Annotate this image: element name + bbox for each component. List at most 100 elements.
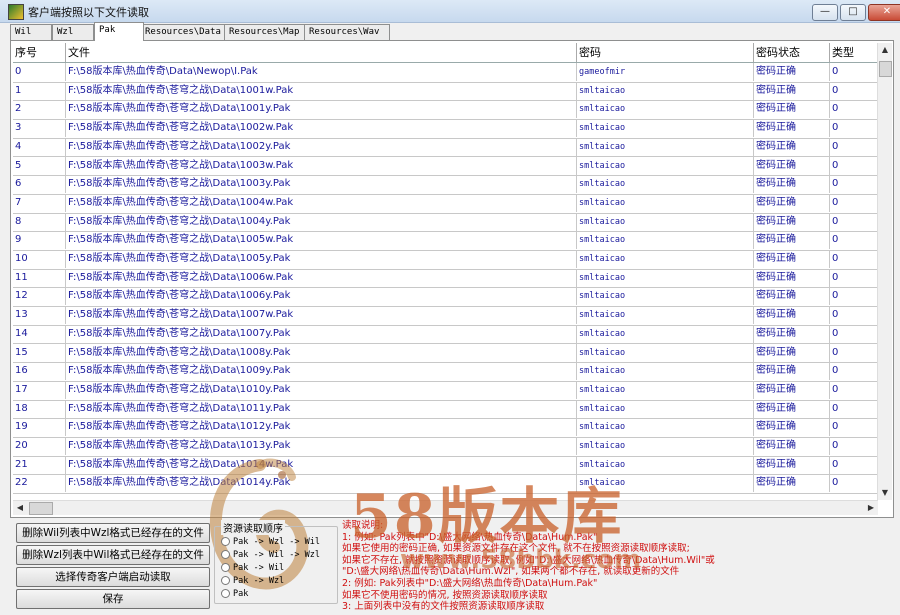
vertical-scroll-thumb[interactable] (879, 61, 892, 77)
cell-password-status: 密码正确 (754, 250, 830, 268)
column-header-index[interactable]: 序号 (13, 43, 66, 62)
close-button[interactable]: ✕ (868, 4, 900, 21)
cell-index: 20 (13, 437, 66, 455)
table-row[interactable]: 11 F:\58版本库\热血传奇\苍穹之战\Data\1006w.Pak smlta… (13, 268, 878, 289)
table-row[interactable]: 16 F:\58版本库\热血传奇\苍穹之战\Data\1009y.Pak smlta… (13, 362, 878, 382)
window-title: 客户端按照以下文件读取 (28, 6, 149, 19)
cell-file: F:\58版本库\热血传奇\苍穹之战\Data\1005w.Pak (66, 231, 577, 250)
cell-password-status: 密码正确 (754, 455, 830, 474)
tab-resources-wav[interactable]: Resources\Wav (304, 24, 390, 40)
minimize-button[interactable]: — (812, 4, 838, 21)
column-header-type[interactable]: 类型 (830, 43, 878, 62)
watermark-logo: 58版本库 (350, 482, 624, 552)
cell-password-status: 密码正确 (754, 362, 830, 381)
cell-type: 0 (830, 418, 878, 437)
radio-pak-wzl-wil[interactable]: Pak -> Wzl -> Wil (221, 537, 320, 547)
table-row[interactable]: 20 F:\58版本库\热血传奇\苍穹之战\Data\1013y.Pak smlta… (13, 437, 878, 457)
table-row[interactable]: 1 F:\58版本库\热血传奇\苍穹之战\Data\1001w.Pak smltai… (13, 81, 878, 102)
cell-index: 10 (13, 250, 66, 268)
cell-index: 1 (13, 81, 66, 100)
column-header-password-status[interactable]: 密码状态 (754, 43, 830, 62)
maximize-button[interactable]: □ (840, 4, 866, 21)
cell-type: 0 (830, 437, 878, 455)
delete-wil-dup-button[interactable]: 删除Wil列表中Wzl格式已经存在的文件 (16, 523, 210, 543)
scroll-left-icon[interactable]: ◀ (13, 501, 27, 515)
radio-pak-wzl[interactable]: Pak -> Wzl (221, 576, 284, 586)
cell-password-status: 密码正确 (754, 175, 830, 194)
table-row[interactable]: 8 F:\58版本库\热血传奇\苍穹之战\Data\1004y.Pak smltai… (13, 212, 878, 233)
tab-pak[interactable]: Pak (94, 22, 144, 41)
table-row[interactable]: 9 F:\58版本库\热血传奇\苍穹之战\Data\1005w.Pak smltai… (13, 231, 878, 251)
cell-password-status: 密码正确 (754, 100, 830, 119)
scroll-right-icon[interactable]: ▶ (864, 501, 878, 515)
cell-type: 0 (830, 306, 878, 325)
cell-password: smltaicao (577, 324, 754, 343)
column-header-password[interactable]: 密码 (577, 43, 754, 62)
table-row[interactable]: 6 F:\58版本库\热血传奇\苍穹之战\Data\1003y.Pak smltai… (13, 175, 878, 195)
radio-pak[interactable]: Pak (221, 589, 248, 599)
cell-type: 0 (830, 175, 878, 194)
table-row[interactable]: 18 F:\58版本库\热血传奇\苍穹之战\Data\1011y.Pak smlta… (13, 399, 878, 420)
cell-password-status: 密码正确 (754, 399, 830, 418)
cell-password-status: 密码正确 (754, 193, 830, 212)
cell-index: 21 (13, 455, 66, 474)
cell-password: smltaicao (577, 380, 754, 399)
table-row[interactable]: 13 F:\58版本库\热血传奇\苍穹之战\Data\1007w.Pak smlta… (13, 306, 878, 326)
cell-file: F:\58版本库\热血传奇\苍穹之战\Data\1006w.Pak (66, 268, 577, 287)
radio-pak-wil[interactable]: Pak -> Wil (221, 563, 284, 573)
cell-file: F:\58版本库\热血传奇\苍穹之战\Data\1011y.Pak (66, 399, 577, 418)
cell-file: F:\58版本库\热血传奇\苍穹之战\Data\1007w.Pak (66, 306, 577, 325)
cell-password-status: 密码正确 (754, 418, 830, 437)
cell-password: smltaicao (577, 287, 754, 306)
cell-password: smltaicao (577, 418, 754, 437)
scroll-up-icon[interactable]: ▲ (878, 43, 892, 57)
title-bar: 客户端按照以下文件读取 — □ ✕ (0, 0, 900, 23)
table-row[interactable]: 2 F:\58版本库\热血传奇\苍穹之战\Data\1001y.Pak smltai… (13, 100, 878, 121)
table-row[interactable]: 10 F:\58版本库\热血传奇\苍穹之战\Data\1005y.Pak smlta… (13, 250, 878, 270)
cell-password-status: 密码正确 (754, 324, 830, 343)
radio-pak-wil-wzl[interactable]: Pak -> Wil -> Wzl (221, 550, 320, 560)
cell-password: smltaicao (577, 399, 754, 418)
cell-password: smltaicao (577, 137, 754, 156)
save-button[interactable]: 保存 (16, 589, 210, 609)
table-row[interactable]: 7 F:\58版本库\热血传奇\苍穹之战\Data\1004w.Pak smltai… (13, 193, 878, 214)
table-row[interactable]: 19 F:\58版本库\热血传奇\苍穹之战\Data\1012y.Pak smlta… (13, 418, 878, 438)
column-header-file[interactable]: 文件 (66, 43, 577, 62)
table-row[interactable]: 3 F:\58版本库\热血传奇\苍穹之战\Data\1002w.Pak smltai… (13, 119, 878, 139)
horizontal-scroll-thumb[interactable] (29, 502, 53, 515)
tab-resources-map[interactable]: Resources\Map (224, 24, 310, 40)
select-client-button[interactable]: 选择传奇客户端启动读取 (16, 567, 210, 587)
table-row[interactable]: 12 F:\58版本库\热血传奇\苍穹之战\Data\1006y.Pak smlta… (13, 287, 878, 308)
cell-type: 0 (830, 231, 878, 250)
cell-file: F:\58版本库\热血传奇\苍穹之战\Data\1004y.Pak (66, 212, 577, 231)
cell-index: 3 (13, 119, 66, 138)
table-row[interactable]: 0 F:\58版本库\热血传奇\Data\Newop\I.Pak gameofmir… (13, 63, 878, 83)
table-row[interactable]: 4 F:\58版本库\热血传奇\苍穹之战\Data\1002y.Pak smltai… (13, 137, 878, 158)
tab-resources-data[interactable]: Resources\Data (140, 24, 230, 40)
table-row[interactable]: 14 F:\58版本库\热血传奇\苍穹之战\Data\1007y.Pak smlta… (13, 324, 878, 345)
cell-password-status: 密码正确 (754, 474, 830, 493)
note-line: 3: 上面列表中没有的文件按照资源读取顺序读取 (342, 601, 545, 613)
delete-wzl-dup-button[interactable]: 删除Wzl列表中Wil格式已经存在的文件 (16, 545, 210, 565)
cell-password: smltaicao (577, 250, 754, 268)
cell-index: 15 (13, 343, 66, 362)
table-row[interactable]: 5 F:\58版本库\热血传奇\苍穹之战\Data\1003w.Pak smltai… (13, 156, 878, 177)
table-row[interactable]: 17 F:\58版本库\热血传奇\苍穹之战\Data\1010y.Pak smlta… (13, 380, 878, 401)
vertical-scrollbar[interactable]: ▲ ▼ (877, 43, 892, 500)
cell-type: 0 (830, 100, 878, 119)
cell-file: F:\58版本库\热血传奇\Data\Newop\I.Pak (66, 63, 577, 81)
cell-type: 0 (830, 137, 878, 156)
scroll-down-icon[interactable]: ▼ (878, 486, 892, 500)
cell-password-status: 密码正确 (754, 212, 830, 231)
cell-password-status: 密码正确 (754, 306, 830, 325)
cell-password: smltaicao (577, 81, 754, 100)
tab-wil[interactable]: Wil (10, 24, 52, 40)
cell-file: F:\58版本库\热血传奇\苍穹之战\Data\1006y.Pak (66, 287, 577, 306)
cell-type: 0 (830, 119, 878, 138)
cell-index: 19 (13, 418, 66, 437)
cell-type: 0 (830, 268, 878, 287)
table-row[interactable]: 15 F:\58版本库\热血传奇\苍穹之战\Data\1008y.Pak smlta… (13, 343, 878, 364)
tab-wzl[interactable]: Wzl (52, 24, 94, 40)
cell-file: F:\58版本库\热血传奇\苍穹之战\Data\1003w.Pak (66, 156, 577, 175)
cell-password-status: 密码正确 (754, 156, 830, 175)
